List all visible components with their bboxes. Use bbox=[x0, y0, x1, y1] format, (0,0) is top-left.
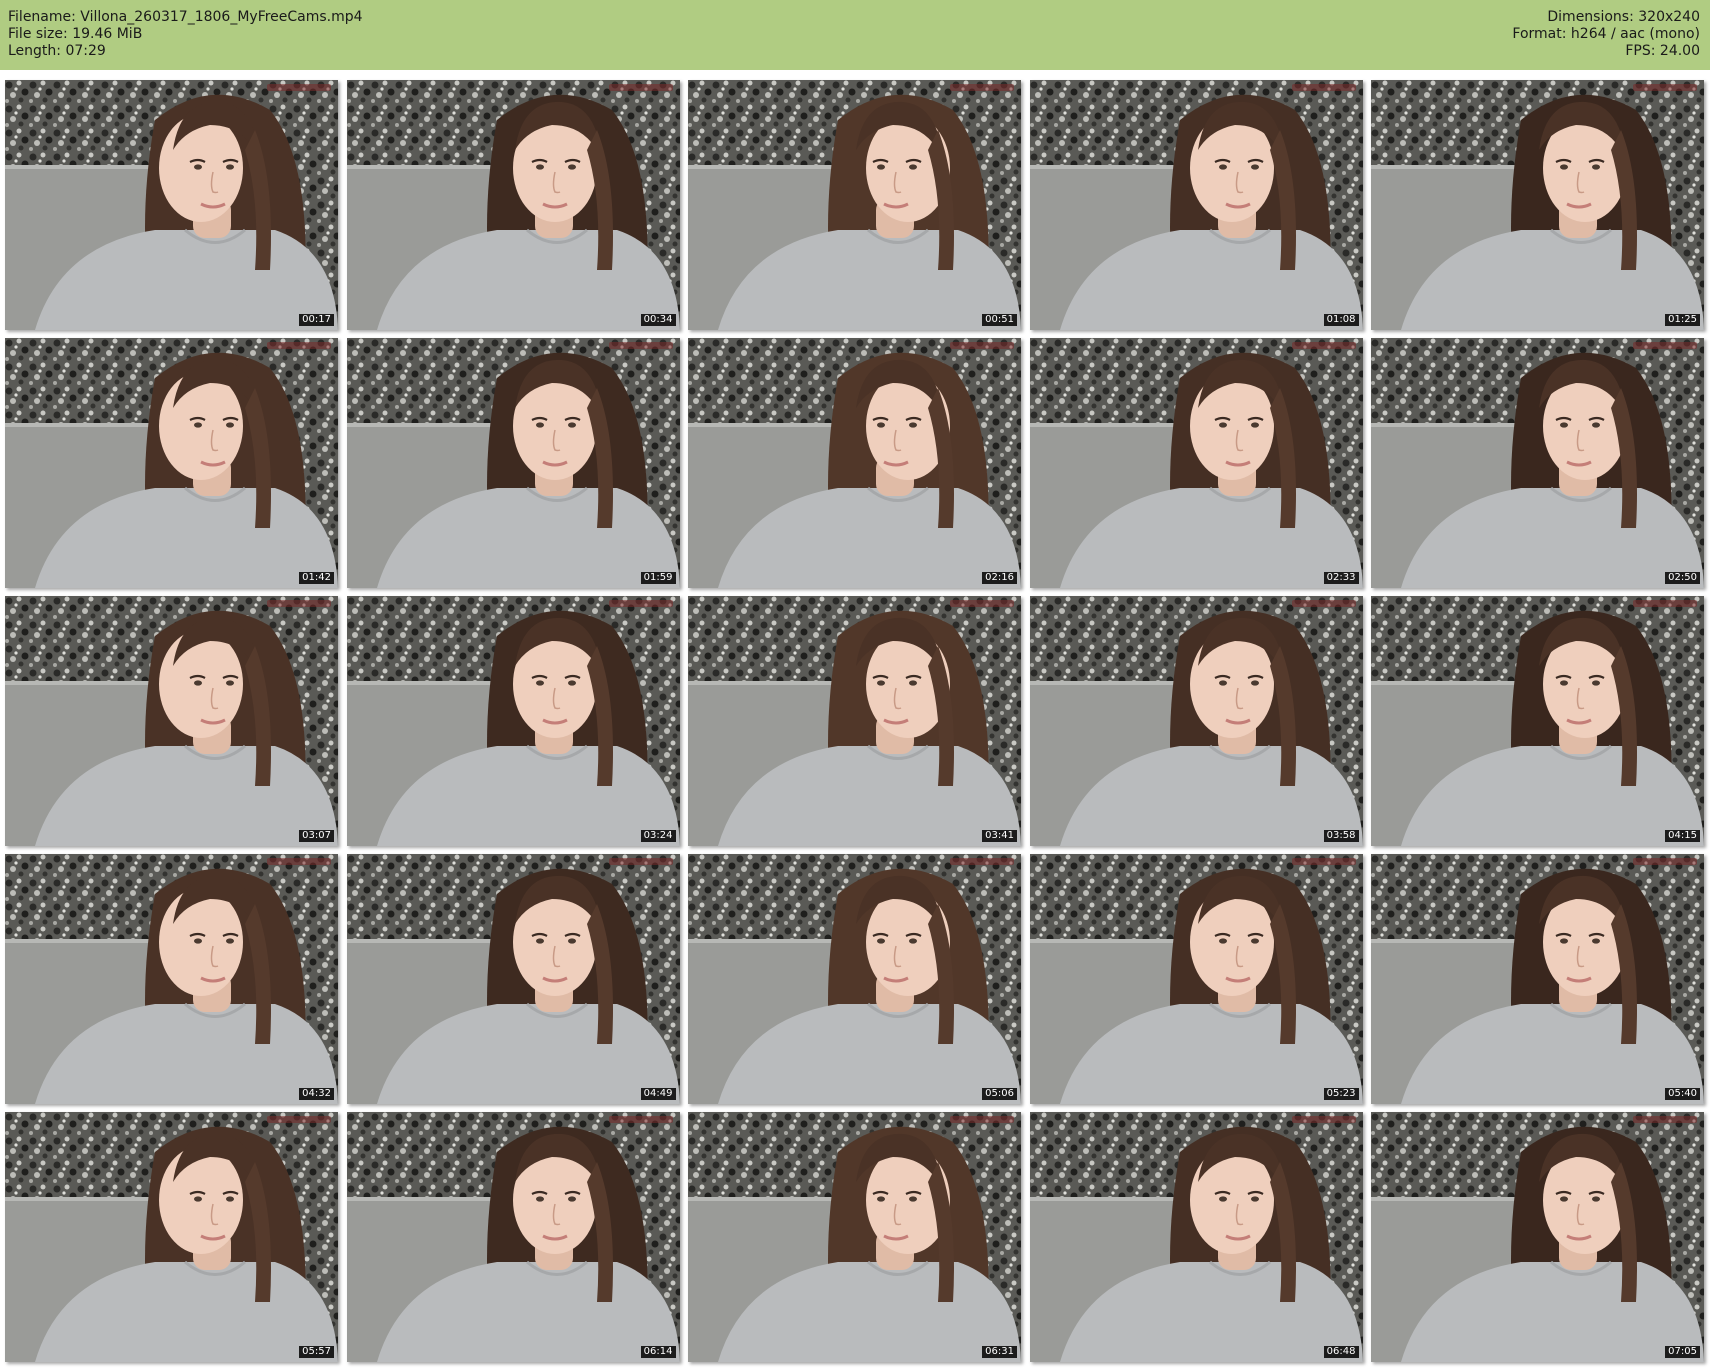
thumbnail-10[interactable]: 02:50 bbox=[1371, 338, 1704, 588]
thumbnail-1[interactable]: 00:17 bbox=[5, 80, 338, 330]
timestamp-label: 01:42 bbox=[299, 572, 334, 584]
thumbnail-21[interactable]: 05:57 bbox=[5, 1112, 338, 1362]
video-frame-image bbox=[346, 854, 680, 1104]
fps-label: FPS: 24.00 bbox=[1625, 43, 1700, 59]
video-frame-image bbox=[688, 338, 1021, 588]
timestamp-label: 00:17 bbox=[299, 314, 334, 326]
timestamp-label: 06:48 bbox=[1323, 1346, 1359, 1358]
timestamp-label: 01:08 bbox=[1323, 314, 1359, 326]
timestamp-label: 04:15 bbox=[1665, 830, 1700, 842]
timestamp-label: 03:58 bbox=[1323, 830, 1359, 842]
timestamp-label: 03:41 bbox=[982, 830, 1017, 842]
timestamp-label: 00:34 bbox=[640, 314, 676, 326]
thumbnail-13[interactable]: 03:41 bbox=[688, 596, 1021, 846]
video-frame-image bbox=[688, 854, 1021, 1104]
thumbnail-6[interactable]: 01:42 bbox=[5, 338, 338, 588]
video-frame-image bbox=[688, 1112, 1021, 1362]
timestamp-label: 02:16 bbox=[982, 572, 1017, 584]
thumbnail-14[interactable]: 03:58 bbox=[1029, 596, 1363, 846]
thumbnail-2[interactable]: 00:34 bbox=[346, 80, 680, 330]
video-frame-image bbox=[688, 596, 1021, 846]
thumbnail-grid: 00:17 00:34 00:51 01:08 01:25 01:42 01:5… bbox=[5, 80, 1705, 1362]
thumbnail-5[interactable]: 01:25 bbox=[1371, 80, 1704, 330]
timestamp-label: 01:25 bbox=[1665, 314, 1700, 326]
video-frame-image bbox=[1371, 338, 1704, 588]
timestamp-label: 04:32 bbox=[299, 1088, 334, 1100]
thumbnail-19[interactable]: 05:23 bbox=[1029, 854, 1363, 1104]
thumbnail-9[interactable]: 02:33 bbox=[1029, 338, 1363, 588]
filename-label: Filename: Villona_260317_1806_MyFreeCams… bbox=[8, 9, 363, 25]
thumbnail-8[interactable]: 02:16 bbox=[688, 338, 1021, 588]
length-label: Length: 07:29 bbox=[8, 43, 106, 59]
video-frame-image bbox=[346, 1112, 680, 1362]
video-frame-image bbox=[5, 854, 338, 1104]
video-frame-image bbox=[1029, 596, 1363, 846]
timestamp-label: 03:07 bbox=[299, 830, 334, 842]
timestamp-label: 06:31 bbox=[982, 1346, 1017, 1358]
video-frame-image bbox=[1371, 80, 1704, 330]
metadata-right: Dimensions: 320x240 Format: h264 / aac (… bbox=[1512, 9, 1700, 60]
timestamp-label: 05:06 bbox=[982, 1088, 1017, 1100]
video-frame-image bbox=[1029, 80, 1363, 330]
thumbnail-3[interactable]: 00:51 bbox=[688, 80, 1021, 330]
video-frame-image bbox=[5, 596, 338, 846]
video-frame-image bbox=[1371, 854, 1704, 1104]
thumbnail-20[interactable]: 05:40 bbox=[1371, 854, 1704, 1104]
video-frame-image bbox=[1029, 854, 1363, 1104]
video-frame-image bbox=[1029, 338, 1363, 588]
timestamp-label: 04:49 bbox=[640, 1088, 676, 1100]
timestamp-label: 05:40 bbox=[1665, 1088, 1700, 1100]
file-size-label: File size: 19.46 MiB bbox=[8, 26, 143, 42]
thumbnail-22[interactable]: 06:14 bbox=[346, 1112, 680, 1362]
thumbnail-23[interactable]: 06:31 bbox=[688, 1112, 1021, 1362]
thumbnail-12[interactable]: 03:24 bbox=[346, 596, 680, 846]
timestamp-label: 02:50 bbox=[1665, 572, 1700, 584]
thumbnail-7[interactable]: 01:59 bbox=[346, 338, 680, 588]
timestamp-label: 07:05 bbox=[1665, 1346, 1700, 1358]
video-frame-image bbox=[1371, 596, 1704, 846]
video-frame-image bbox=[346, 596, 680, 846]
thumbnail-24[interactable]: 06:48 bbox=[1029, 1112, 1363, 1362]
timestamp-label: 00:51 bbox=[982, 314, 1017, 326]
thumbnail-4[interactable]: 01:08 bbox=[1029, 80, 1363, 330]
timestamp-label: 05:23 bbox=[1323, 1088, 1359, 1100]
thumbnail-25[interactable]: 07:05 bbox=[1371, 1112, 1704, 1362]
timestamp-label: 03:24 bbox=[640, 830, 676, 842]
video-frame-image bbox=[346, 338, 680, 588]
thumbnail-18[interactable]: 05:06 bbox=[688, 854, 1021, 1104]
video-frame-image bbox=[5, 1112, 338, 1362]
metadata-left: Filename: Villona_260317_1806_MyFreeCams… bbox=[8, 9, 363, 60]
video-frame-image bbox=[1371, 1112, 1704, 1362]
dimensions-label: Dimensions: 320x240 bbox=[1547, 9, 1700, 25]
timestamp-label: 05:57 bbox=[299, 1346, 334, 1358]
video-frame-image bbox=[346, 80, 680, 330]
thumbnail-16[interactable]: 04:32 bbox=[5, 854, 338, 1104]
thumbnail-17[interactable]: 04:49 bbox=[346, 854, 680, 1104]
timestamp-label: 06:14 bbox=[640, 1346, 676, 1358]
video-frame-image bbox=[5, 338, 338, 588]
thumbnail-15[interactable]: 04:15 bbox=[1371, 596, 1704, 846]
metadata-header: Filename: Villona_260317_1806_MyFreeCams… bbox=[0, 0, 1710, 70]
format-label: Format: h264 / aac (mono) bbox=[1512, 26, 1700, 42]
video-frame-image bbox=[688, 80, 1021, 330]
video-frame-image bbox=[5, 80, 338, 330]
thumbnail-11[interactable]: 03:07 bbox=[5, 596, 338, 846]
timestamp-label: 02:33 bbox=[1323, 572, 1359, 584]
timestamp-label: 01:59 bbox=[640, 572, 676, 584]
video-frame-image bbox=[1029, 1112, 1363, 1362]
